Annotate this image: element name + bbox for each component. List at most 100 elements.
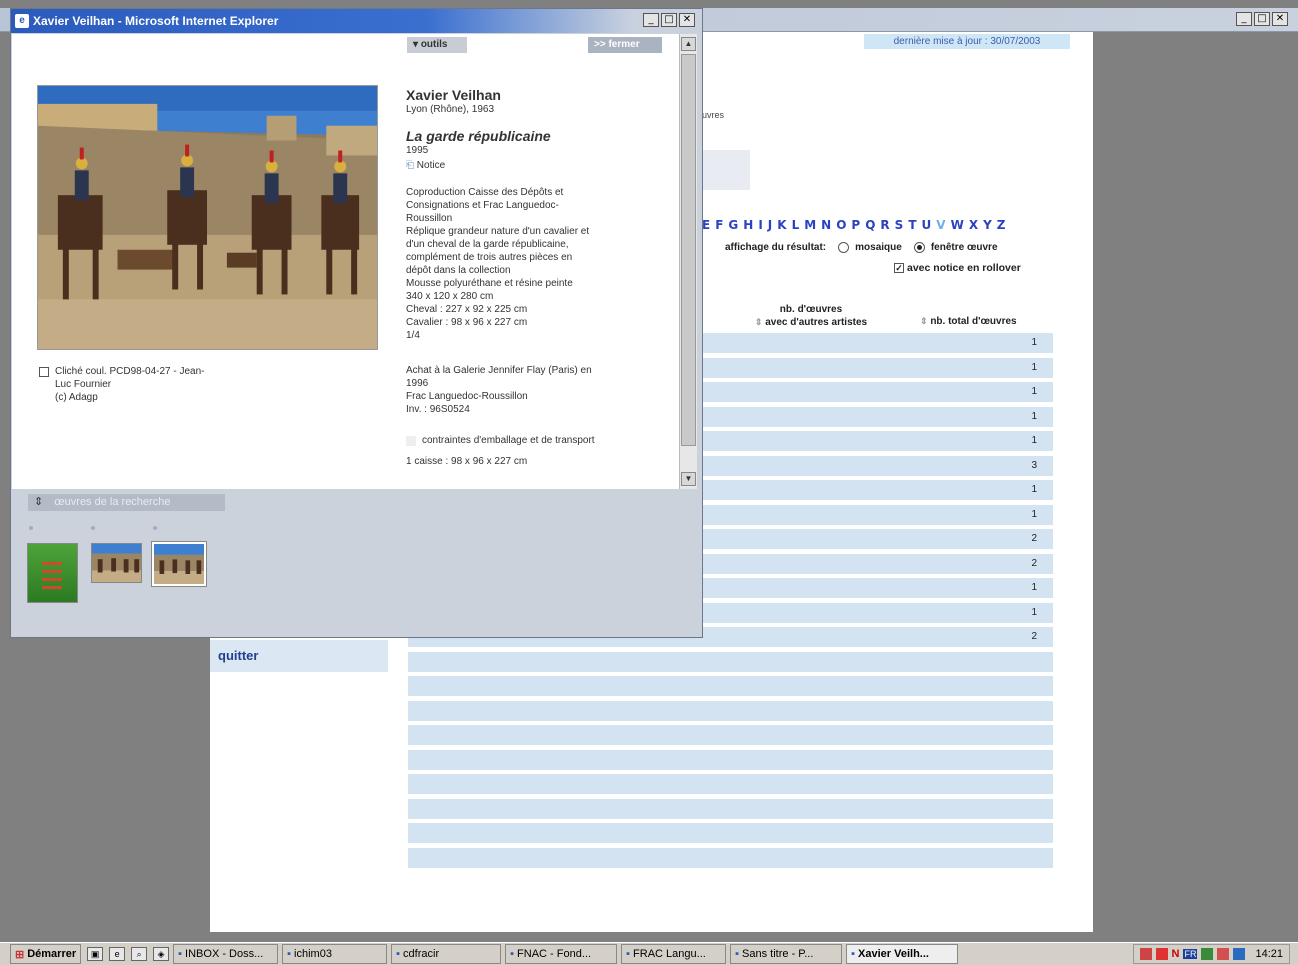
show-desktop-icon[interactable]: ▣ bbox=[87, 947, 104, 961]
tray-icon[interactable] bbox=[1217, 948, 1230, 960]
task-label: FNAC - Fond... bbox=[517, 948, 592, 960]
result-thumbnail[interactable] bbox=[27, 543, 78, 603]
bullet-icon bbox=[406, 436, 416, 446]
rollover-checkbox[interactable]: ✓ bbox=[894, 263, 904, 273]
notice-link[interactable]: ⎗ Notice bbox=[406, 159, 676, 172]
task-list: ▪ INBOX - Doss... ▪ ichim03 ▪ cdfracir ▪ FNAC -… bbox=[169, 944, 959, 964]
table-row bbox=[408, 700, 1053, 721]
alphabet-letter[interactable]: O bbox=[836, 218, 846, 232]
total-count-cell: 1 bbox=[1031, 361, 1037, 373]
sort-icon[interactable]: ⇕ bbox=[920, 316, 928, 326]
alphabet-letter[interactable]: R bbox=[880, 218, 889, 232]
quit-link[interactable]: quitter bbox=[210, 640, 388, 672]
taskbar-task-button[interactable]: ▪ FRAC Langu... bbox=[621, 944, 727, 964]
result-thumbnail-selected[interactable] bbox=[152, 542, 206, 586]
alphabet-letter[interactable]: E bbox=[702, 218, 710, 232]
clock[interactable]: 14:21 bbox=[1255, 948, 1283, 960]
alphabet-letter[interactable]: P bbox=[851, 218, 860, 232]
description-line: 340 x 120 x 280 cm bbox=[406, 291, 494, 302]
total-count-cell: 1 bbox=[1031, 508, 1037, 520]
outils-label: outils bbox=[420, 39, 448, 50]
taskbar-task-button[interactable]: ▪ FNAC - Fond... bbox=[505, 944, 618, 964]
start-button[interactable]: ⊞ Démarrer bbox=[10, 944, 82, 964]
scroll-down-arrow-icon[interactable]: ▼ bbox=[681, 472, 696, 486]
table-row bbox=[408, 749, 1053, 770]
caption-checkbox[interactable] bbox=[39, 367, 49, 377]
taskbar-task-button[interactable]: ▪ Sans titre - P... bbox=[730, 944, 843, 964]
artwork-title: La garde républicaine bbox=[406, 128, 551, 144]
taskbar-task-button[interactable]: ▪ ichim03 bbox=[282, 944, 388, 964]
alphabet-letter[interactable]: Q bbox=[865, 218, 875, 232]
taskbar-task-button[interactable]: ▪ cdfracir bbox=[391, 944, 502, 964]
result-thumbnail[interactable] bbox=[91, 543, 142, 583]
notice-label: Notice bbox=[416, 160, 446, 171]
alphabet-letter[interactable]: U bbox=[922, 218, 932, 232]
alphabet-letter[interactable]: N bbox=[821, 218, 831, 232]
alphabet-letter[interactable]: Y bbox=[983, 218, 992, 232]
popup-title-bar: e Xavier Veilhan - Microsoft Internet Ex… bbox=[11, 9, 702, 33]
total-count-cell: 1 bbox=[1031, 410, 1037, 422]
alphabet-letter[interactable]: M bbox=[804, 218, 816, 232]
alphabet-letter[interactable]: J bbox=[768, 218, 772, 232]
tray-icon[interactable] bbox=[1201, 948, 1214, 960]
alphabet-letter[interactable]: X bbox=[969, 218, 978, 232]
alphabet-letter[interactable]: G bbox=[728, 218, 738, 232]
popup-minimize-button[interactable]: _ bbox=[643, 13, 659, 27]
start-label: Démarrer bbox=[27, 948, 77, 960]
taskbar-task-button[interactable]: ▪ INBOX - Doss... bbox=[173, 944, 279, 964]
option-mosaique-label: mosaique bbox=[855, 242, 902, 253]
popup-close-button[interactable]: ✕ bbox=[679, 13, 695, 27]
alphabet-letter[interactable]: T bbox=[908, 218, 916, 232]
column-header-other-artists[interactable]: nb. d'œuvres ⇕ avec d'autres artistes bbox=[736, 304, 886, 329]
caption-line: Cliché coul. PCD98-04-27 - Jean- bbox=[55, 366, 205, 377]
alphabet-letter[interactable]: V bbox=[936, 218, 945, 232]
table-row bbox=[408, 774, 1053, 794]
taskbar-task-button[interactable]: ▪ Xavier Veilh... bbox=[846, 944, 959, 964]
alphabet-letter[interactable]: L bbox=[792, 218, 800, 232]
scroll-thumb[interactable] bbox=[681, 54, 696, 446]
artwork-popup-window: e Xavier Veilhan - Microsoft Internet Ex… bbox=[10, 8, 703, 638]
table-row bbox=[408, 676, 1053, 696]
radio-mosaique[interactable] bbox=[838, 242, 850, 253]
alphabet-letter[interactable]: W bbox=[951, 218, 964, 232]
windows-taskbar: ⊞ Démarrer ▣ e ⌕ ◈ ▪ INBOX - Doss... ▪ ichi… bbox=[0, 942, 1298, 965]
bg-minimize-button[interactable]: _ bbox=[1236, 12, 1252, 26]
task-label: FRAC Langu... bbox=[633, 948, 706, 960]
alphabet-letter[interactable]: F bbox=[715, 218, 723, 232]
acquisition-line: 1996 bbox=[406, 378, 429, 389]
popup-maximize-button[interactable]: □ bbox=[661, 13, 677, 27]
alphabet-letter[interactable]: Z bbox=[997, 218, 1006, 232]
bg-close-button[interactable]: ✕ bbox=[1272, 12, 1288, 26]
alphabet-letter[interactable]: I bbox=[758, 218, 762, 232]
popup-scrollbar[interactable]: ▲ ▼ bbox=[679, 34, 697, 489]
thumb-marker bbox=[153, 526, 157, 530]
search-quicklaunch-icon[interactable]: ⌕ bbox=[131, 947, 148, 961]
search-results-label: œuvres de la recherche bbox=[54, 496, 171, 508]
search-results-bar[interactable]: ⇕ œuvres de la recherche bbox=[28, 494, 225, 511]
total-count-cell: 1 bbox=[1031, 606, 1037, 618]
ie-quicklaunch-icon[interactable]: e bbox=[109, 947, 126, 961]
menu-fragment[interactable]: uvres bbox=[702, 110, 724, 120]
alphabet-letter[interactable]: K bbox=[777, 218, 786, 232]
sort-icon[interactable]: ⇕ bbox=[755, 317, 763, 327]
outils-menu[interactable]: ▾ outils bbox=[407, 37, 467, 53]
tray-n-icon[interactable]: N bbox=[1172, 948, 1180, 960]
scroll-up-arrow-icon[interactable]: ▲ bbox=[681, 37, 696, 51]
column-header-total[interactable]: ⇕ nb. total d'œuvres bbox=[920, 316, 1017, 327]
close-popup-button[interactable]: >> fermer bbox=[588, 37, 662, 53]
total-count-cell: 1 bbox=[1031, 582, 1037, 593]
tray-icon[interactable] bbox=[1139, 948, 1152, 960]
alphabet-letter[interactable]: H bbox=[743, 218, 753, 232]
caption-line: (c) Adagp bbox=[55, 392, 98, 403]
packing-constraints: contraintes d'emballage et de transport bbox=[406, 434, 676, 447]
sort-arrows-icon[interactable]: ⇕ bbox=[34, 496, 43, 508]
radio-fenetre-oeuvre[interactable] bbox=[913, 242, 925, 253]
alphabet-letter[interactable]: S bbox=[895, 218, 904, 232]
triangle-down-icon: ▾ bbox=[413, 39, 419, 50]
language-indicator[interactable]: FR bbox=[1183, 949, 1198, 959]
tray-icon[interactable] bbox=[1233, 948, 1246, 960]
app-quicklaunch-icon[interactable]: ◈ bbox=[153, 947, 170, 961]
tray-icon[interactable] bbox=[1155, 948, 1168, 960]
task-app-icon: ▪ bbox=[851, 948, 856, 960]
bg-maximize-button[interactable]: □ bbox=[1254, 12, 1270, 26]
